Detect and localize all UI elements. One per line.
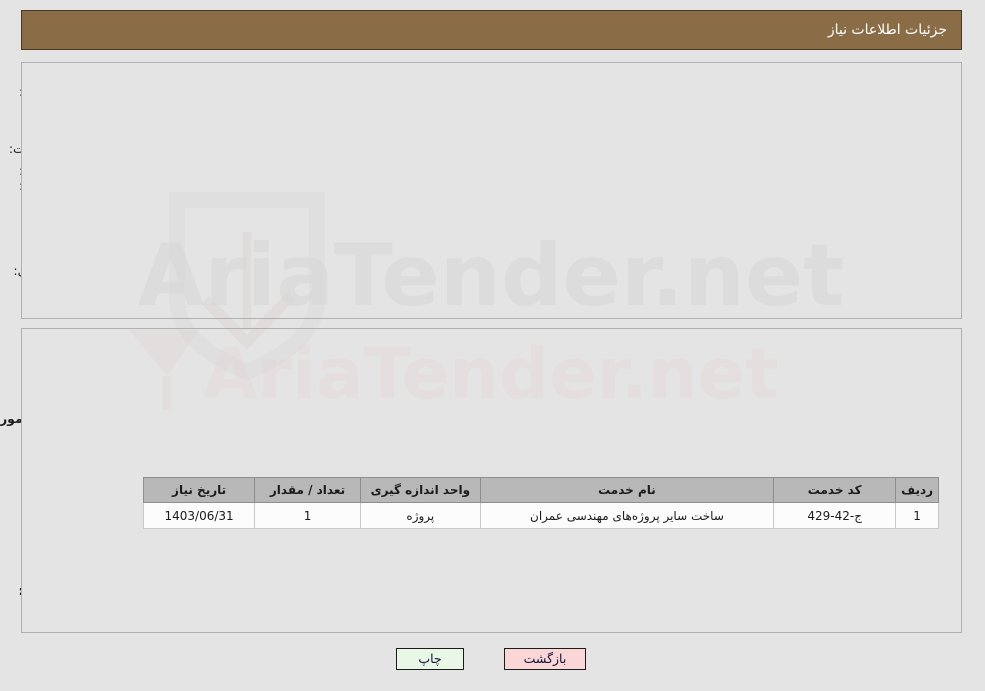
col-quantity: تعداد / مقدار bbox=[255, 477, 362, 503]
col-need-date: تاریخ نیاز bbox=[143, 477, 257, 503]
cell-service-code: ج-42-429 bbox=[774, 502, 898, 529]
cell-service-name: ساخت سایر پروژه‌های مهندسی عمران bbox=[480, 502, 776, 529]
cell-unit: پروژه bbox=[360, 502, 482, 529]
back-button[interactable]: بازگشت bbox=[505, 648, 587, 670]
col-service-name: نام خدمت bbox=[480, 477, 776, 503]
cell-quantity: 1 bbox=[255, 502, 362, 529]
cell-row-no: 1 bbox=[896, 502, 940, 529]
table-row: 1 ج-42-429 ساخت سایر پروژه‌های مهندسی عم… bbox=[143, 502, 940, 529]
services-table: ردیف کد خدمت نام خدمت واحد اندازه گیری ت… bbox=[143, 477, 940, 529]
page-title: جزئیات اطلاعات نیاز bbox=[828, 22, 948, 38]
need-summary-panel bbox=[22, 62, 963, 319]
print-button[interactable]: چاپ bbox=[397, 648, 465, 670]
page-header: جزئیات اطلاعات نیاز bbox=[22, 10, 963, 50]
col-service-code: کد خدمت bbox=[774, 477, 898, 503]
col-row-no: ردیف bbox=[896, 477, 940, 503]
col-unit: واحد اندازه گیری bbox=[360, 477, 482, 503]
table-header-row: ردیف کد خدمت نام خدمت واحد اندازه گیری ت… bbox=[143, 477, 940, 503]
cell-need-date: 1403/06/31 bbox=[143, 502, 257, 529]
